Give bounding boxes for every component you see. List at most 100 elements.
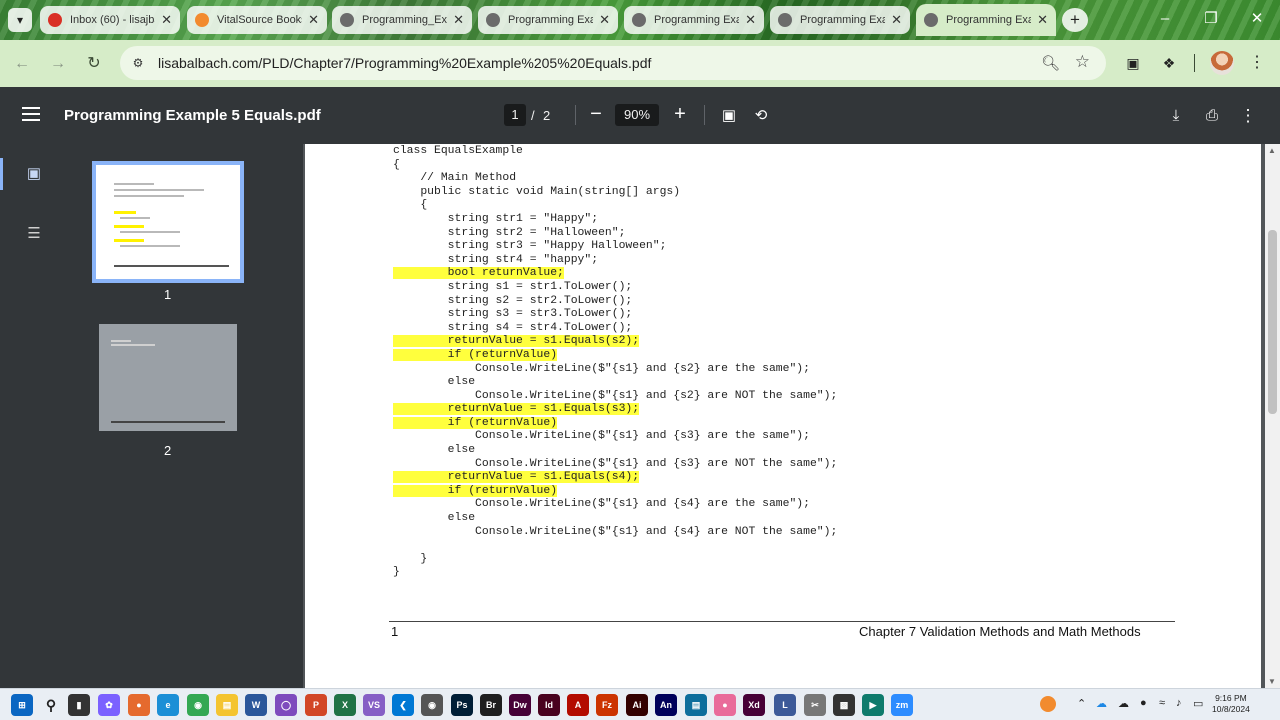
code-line: Console.WriteLine($"{s1} and {s4} are NO… xyxy=(393,526,837,540)
back-button[interactable]: ← xyxy=(9,51,35,77)
code-line: Console.WriteLine($"{s1} and {s2} are NO… xyxy=(393,390,837,404)
app-icon[interactable]: L xyxy=(774,694,796,716)
app-icon[interactable]: ▶ xyxy=(862,694,884,716)
page-number-input[interactable]: 1 xyxy=(504,104,526,126)
browser-tab[interactable]: Programming Example ✕ xyxy=(624,6,764,34)
zoom-in-button[interactable]: + xyxy=(667,101,693,127)
scroll-down-arrow-icon[interactable]: ▼ xyxy=(1268,677,1276,686)
weather-icon[interactable] xyxy=(1040,696,1056,712)
scroll-up-arrow-icon[interactable]: ▲ xyxy=(1268,146,1276,155)
cloud-icon[interactable]: ☁ xyxy=(1118,697,1129,710)
thumbnails-view-icon[interactable]: ▣ xyxy=(24,164,44,184)
tab-close-icon[interactable]: ✕ xyxy=(161,12,172,28)
browser-tab[interactable]: Programming Example ✕ xyxy=(770,6,910,34)
app-icon[interactable]: ◯ xyxy=(275,694,297,716)
code-text: else xyxy=(393,376,476,389)
tab-close-icon[interactable]: ✕ xyxy=(599,12,610,28)
zoom-icon[interactable]: 🔍︎ xyxy=(1041,54,1060,72)
code-line: string s3 = str3.ToLower(); xyxy=(393,308,837,322)
code-text: } xyxy=(393,566,400,579)
sidebar-menu-icon[interactable] xyxy=(22,107,40,121)
word-icon[interactable]: W xyxy=(245,694,267,716)
page-thumbnail-2[interactable] xyxy=(99,324,237,431)
firefox-icon[interactable]: ● xyxy=(128,694,150,716)
app-icon[interactable]: ▩ xyxy=(833,694,855,716)
file-explorer-icon[interactable]: ▤ xyxy=(216,694,238,716)
microphone-icon[interactable]: ● xyxy=(1140,697,1147,709)
tab-close-icon[interactable]: ✕ xyxy=(308,12,319,28)
system-clock[interactable]: 9:16 PM 10/8/2024 xyxy=(1212,693,1250,715)
xd-icon[interactable]: Xd xyxy=(743,694,765,716)
page-thumbnail-1[interactable] xyxy=(92,161,244,283)
app-icon[interactable]: ✂ xyxy=(804,694,826,716)
page-total: 2 xyxy=(543,108,551,123)
restore-button[interactable]: ❐ xyxy=(1188,0,1234,40)
url-text[interactable]: lisabalbach.com/PLD/Chapter7/Programming… xyxy=(158,55,651,71)
browser-tab[interactable]: Programming_Example ✕ xyxy=(332,6,472,34)
dreamweaver-icon[interactable]: Dw xyxy=(509,694,531,716)
zoom-app-icon[interactable]: zm xyxy=(891,694,913,716)
outline-view-icon[interactable]: ☰ xyxy=(24,224,44,244)
copilot-icon[interactable]: ✿ xyxy=(98,694,120,716)
site-info-icon[interactable]: ⚙ xyxy=(130,55,146,71)
browser-tab[interactable]: Inbox (60) - lisajbalba ✕ xyxy=(40,6,180,34)
acrobat-icon[interactable]: A xyxy=(567,694,589,716)
browser-menu-icon[interactable]: ⋮ xyxy=(1246,52,1268,74)
volume-icon[interactable]: ♪ xyxy=(1176,697,1182,709)
new-tab-button[interactable]: + xyxy=(1062,8,1088,32)
highlighted-code-text: returnValue = s1.Equals(s2); xyxy=(393,335,640,348)
code-line: string str1 = "Happy"; xyxy=(393,213,837,227)
tray-chevron-icon[interactable]: ⌃ xyxy=(1077,697,1086,710)
filezilla-icon[interactable]: Fz xyxy=(596,694,618,716)
visual-studio-icon[interactable]: VS xyxy=(363,694,385,716)
print-icon[interactable]: ⎙ xyxy=(1201,105,1223,127)
browser-tab[interactable]: VitalSource Bookshelf ✕ xyxy=(187,6,327,34)
browser-tab[interactable]: Programming Example ✕ xyxy=(916,4,1056,36)
extensions-puzzle-icon[interactable]: ❖ xyxy=(1158,52,1180,74)
onedrive-icon[interactable]: ☁ xyxy=(1096,697,1107,710)
indesign-icon[interactable]: Id xyxy=(538,694,560,716)
tab-close-icon[interactable]: ✕ xyxy=(891,12,902,28)
animate-icon[interactable]: An xyxy=(655,694,677,716)
minimize-button[interactable]: – xyxy=(1142,0,1188,40)
rotate-icon[interactable]: ⟲ xyxy=(750,105,772,127)
tab-search-button[interactable]: ▾ xyxy=(8,8,32,32)
browser-tab[interactable]: Programming Example ✕ xyxy=(478,6,618,34)
address-bar[interactable]: ⚙ lisabalbach.com/PLD/Chapter7/Programmi… xyxy=(120,46,1106,80)
bridge-icon[interactable]: Br xyxy=(480,694,502,716)
scrollbar-thumb[interactable] xyxy=(1268,230,1277,414)
tab-close-icon[interactable]: ✕ xyxy=(1037,12,1048,28)
close-window-button[interactable]: ✕ xyxy=(1234,0,1280,40)
vscode-icon[interactable]: ❮ xyxy=(392,694,414,716)
battery-icon[interactable]: ▭ xyxy=(1193,697,1203,710)
code-line: returnValue = s1.Equals(s3); xyxy=(393,403,837,417)
zoom-level-input[interactable]: 90% xyxy=(615,104,659,126)
powerpoint-icon[interactable]: P xyxy=(305,694,327,716)
more-actions-icon[interactable]: ⋮ xyxy=(1237,105,1259,127)
browser-toolbar: ← → ↻ ⚙ lisabalbach.com/PLD/Chapter7/Pro… xyxy=(0,40,1280,87)
profile-avatar[interactable] xyxy=(1210,51,1234,75)
task-view-icon[interactable]: ▮ xyxy=(68,694,90,716)
start-icon[interactable]: ⊞ xyxy=(11,694,33,716)
extension-icon[interactable]: ▣ xyxy=(1122,52,1144,74)
app-icon[interactable]: ● xyxy=(714,694,736,716)
download-icon[interactable]: ⤓ xyxy=(1165,105,1187,127)
photoshop-icon[interactable]: Ps xyxy=(451,694,473,716)
search-icon[interactable]: ⚲ xyxy=(40,694,62,716)
wifi-icon[interactable]: ≈ xyxy=(1159,697,1165,709)
forward-button[interactable]: → xyxy=(45,51,71,77)
edge-icon[interactable]: e xyxy=(157,694,179,716)
fit-to-page-icon[interactable]: ▣ xyxy=(718,105,740,127)
zoom-out-button[interactable]: − xyxy=(583,101,609,127)
excel-icon[interactable]: X xyxy=(334,694,356,716)
reload-button[interactable]: ↻ xyxy=(81,51,107,77)
illustrator-icon[interactable]: Ai xyxy=(626,694,648,716)
tab-close-icon[interactable]: ✕ xyxy=(453,12,464,28)
tab-close-icon[interactable]: ✕ xyxy=(745,12,756,28)
app-icon[interactable]: ▤ xyxy=(685,694,707,716)
vertical-scrollbar[interactable]: ▲ ▼ xyxy=(1265,144,1280,688)
chrome-icon[interactable]: ◉ xyxy=(187,694,209,716)
bookmark-star-icon[interactable]: ☆ xyxy=(1075,52,1090,72)
app-icon[interactable]: ◉ xyxy=(421,694,443,716)
code-line: else xyxy=(393,512,837,526)
